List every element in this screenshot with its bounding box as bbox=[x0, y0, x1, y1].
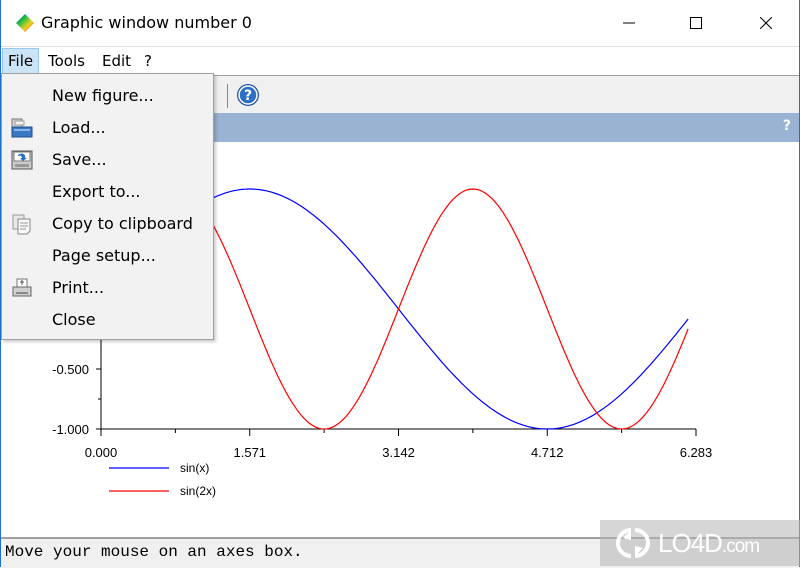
menu-item-export[interactable]: Export to... bbox=[2, 176, 213, 208]
minimize-icon bbox=[623, 22, 635, 23]
menu-item-label: Load... bbox=[52, 118, 106, 137]
menu-edit[interactable]: Edit bbox=[97, 49, 136, 73]
maximize-icon bbox=[690, 16, 702, 29]
scilab-app-icon bbox=[16, 14, 34, 32]
axes-help-button[interactable]: ? bbox=[783, 118, 791, 134]
menu-item-label: New figure... bbox=[52, 86, 154, 105]
save-icon bbox=[11, 150, 33, 170]
menu-file[interactable]: File bbox=[2, 48, 40, 74]
status-text: Move your mouse on an axes box. bbox=[5, 543, 303, 561]
svg-text:?: ? bbox=[244, 88, 252, 104]
help-icon[interactable]: ? bbox=[236, 83, 260, 107]
watermark-logo-icon bbox=[616, 528, 650, 558]
menu-item-label: Print... bbox=[52, 278, 105, 297]
menu-help[interactable]: ? bbox=[139, 49, 157, 73]
watermark-text: LO4D.com bbox=[658, 528, 760, 558]
menu-item-close[interactable]: Close bbox=[2, 304, 213, 336]
watermark: LO4D.com bbox=[600, 520, 800, 566]
x-tick-label: 0.000 bbox=[85, 445, 118, 460]
menu-item-page-setup[interactable]: Page setup... bbox=[2, 240, 213, 272]
menu-item-label: Save... bbox=[52, 150, 107, 169]
x-tick-label: 4.712 bbox=[531, 445, 564, 460]
menu-item-print[interactable]: Print... bbox=[2, 272, 213, 304]
folder-open-icon bbox=[11, 118, 33, 138]
close-button[interactable] bbox=[743, 0, 789, 45]
title-bar: Graphic window number 0 bbox=[1, 0, 799, 45]
toolbar-separator bbox=[227, 84, 228, 108]
y-tick-label: -1.000 bbox=[52, 422, 89, 437]
printer-icon bbox=[12, 278, 32, 297]
menu-item-copy-to-clipboard[interactable]: Copy to clipboard bbox=[2, 208, 213, 240]
legend-label: sin(2x) bbox=[180, 484, 216, 498]
menu-item-label: Copy to clipboard bbox=[52, 214, 193, 233]
menu-item-new-figure[interactable]: New figure... bbox=[2, 80, 213, 112]
menu-item-label: Page setup... bbox=[52, 246, 156, 265]
minimize-button[interactable] bbox=[606, 0, 652, 45]
x-tick-label: 6.283 bbox=[680, 445, 713, 460]
maximize-button[interactable] bbox=[673, 0, 719, 45]
close-icon bbox=[760, 16, 772, 29]
x-tick-label: 3.142 bbox=[382, 445, 415, 460]
menu-item-label: Export to... bbox=[52, 182, 141, 201]
y-tick-label: -0.500 bbox=[52, 362, 89, 377]
copy-icon bbox=[12, 214, 31, 235]
menu-bar: File Tools Edit ? bbox=[1, 46, 799, 75]
window-title: Graphic window number 0 bbox=[41, 13, 252, 32]
menu-item-label: Close bbox=[52, 310, 96, 329]
menu-item-save[interactable]: Save... bbox=[2, 144, 213, 176]
legend-label: sin(x) bbox=[180, 461, 209, 475]
menu-tools[interactable]: Tools bbox=[43, 49, 90, 73]
menu-item-load[interactable]: Load... bbox=[2, 112, 213, 144]
file-menu-dropdown: New figure... Load... Save... Export to.… bbox=[1, 73, 214, 340]
x-tick-label: 1.571 bbox=[234, 445, 267, 460]
